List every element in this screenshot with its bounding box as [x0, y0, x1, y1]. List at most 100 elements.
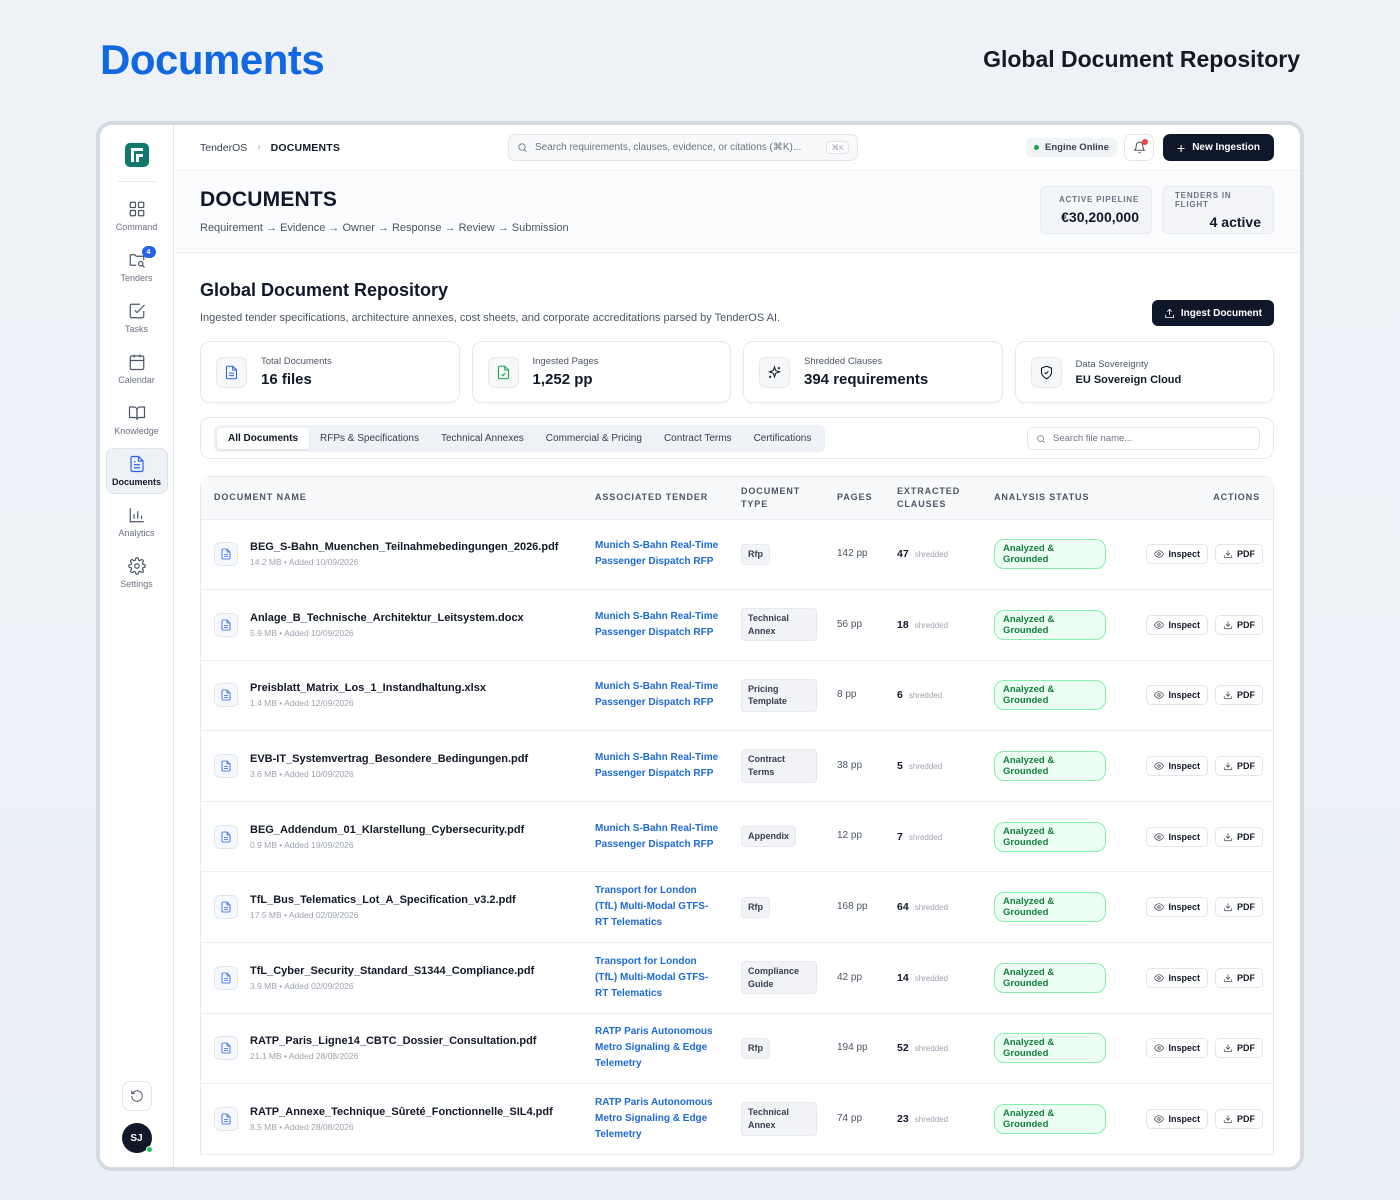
table-row[interactable]: EVB-IT_Systemvertrag_Besondere_Bedingung…	[201, 730, 1273, 802]
stat-label: Total Documents	[261, 356, 332, 367]
notifications-button[interactable]	[1124, 134, 1154, 161]
document-name[interactable]: BEG_Addendum_01_Klarstellung_Cybersecuri…	[250, 824, 524, 836]
sidebar-item-documents[interactable]: Documents	[105, 448, 168, 494]
download-pdf-button[interactable]: PDF	[1215, 826, 1263, 847]
download-pdf-button[interactable]: PDF	[1215, 614, 1263, 635]
breadcrumb-root[interactable]: TenderOS	[200, 142, 247, 154]
table-row[interactable]: BEG_Addendum_01_Klarstellung_Cybersecuri…	[201, 801, 1273, 873]
column-header-associated-tender[interactable]: ASSOCIATED TENDER	[585, 477, 731, 520]
associated-tender-link[interactable]: Munich S-Bahn Real-Time Passenger Dispat…	[595, 538, 721, 570]
document-name-cell: Preisblatt_Matrix_Los_1_Instandhaltung.x…	[201, 660, 585, 732]
document-name[interactable]: TfL_Cyber_Security_Standard_S1344_Compli…	[250, 965, 534, 977]
tab-certifications[interactable]: Certifications	[743, 428, 823, 449]
sidebar-item-tenders[interactable]: 4 Tenders	[106, 244, 168, 290]
inspect-button[interactable]: Inspect	[1146, 1038, 1208, 1059]
document-meta: 21.1 MB • Added 28/08/2026	[250, 1051, 359, 1062]
download-pdf-button[interactable]: PDF	[1215, 756, 1263, 777]
tab-contract-terms[interactable]: Contract Terms	[653, 428, 743, 449]
table-row[interactable]: BEG_S-Bahn_Muenchen_Teilnahmebedingungen…	[201, 519, 1273, 591]
inspect-button[interactable]: Inspect	[1146, 756, 1208, 777]
pdf-label: PDF	[1237, 761, 1255, 772]
shredded-label: shredded	[914, 973, 949, 983]
tab-technical-annexes[interactable]: Technical Annexes	[430, 428, 535, 449]
sidebar-item-analytics[interactable]: Analytics	[106, 499, 168, 545]
document-name[interactable]: EVB-IT_Systemvertrag_Besondere_Bedingung…	[250, 753, 528, 765]
inspect-button[interactable]: Inspect	[1146, 897, 1208, 918]
document-name[interactable]: BEG_S-Bahn_Muenchen_Teilnahmebedingungen…	[250, 541, 558, 553]
file-search-input[interactable]: Search file name...	[1027, 427, 1260, 450]
type-cell: Compliance Guide	[731, 942, 827, 1014]
associated-tender-link[interactable]: Munich S-Bahn Real-Time Passenger Dispat…	[595, 750, 721, 782]
refresh-button[interactable]	[121, 1081, 152, 1111]
associated-tender-link[interactable]: Munich S-Bahn Real-Time Passenger Dispat…	[595, 821, 721, 853]
inspect-button[interactable]: Inspect	[1146, 967, 1208, 988]
plus-icon: +	[1177, 139, 1186, 156]
column-header-document-name[interactable]: DOCUMENT NAME	[201, 477, 585, 520]
column-header-pages[interactable]: PAGES	[827, 477, 887, 520]
shredded-label: shredded	[914, 550, 949, 560]
tab-all-documents[interactable]: All Documents	[217, 427, 310, 449]
status-badge: Analyzed & Grounded	[994, 539, 1106, 570]
metric-label: ACTIVE PIPELINE	[1058, 195, 1139, 204]
associated-tender-link[interactable]: RATP Paris Autonomous Metro Signaling & …	[595, 1024, 721, 1072]
new-ingestion-button[interactable]: + New Ingestion	[1163, 134, 1274, 161]
page-count: 8 pp	[837, 689, 857, 701]
table-row[interactable]: Preisblatt_Matrix_Los_1_Instandhaltung.x…	[201, 660, 1273, 732]
tender-cell: Munich S-Bahn Real-Time Passenger Dispat…	[585, 519, 731, 591]
document-name[interactable]: TfL_Bus_Telematics_Lot_A_Specification_v…	[250, 894, 516, 906]
sidebar-item-tasks[interactable]: Tasks	[106, 295, 168, 341]
table-row[interactable]: RATP_Annexe_Technique_Sûreté_Fonctionnel…	[201, 1083, 1273, 1155]
document-name-cell: EVB-IT_Systemvertrag_Besondere_Bedingung…	[201, 730, 585, 802]
global-search-input[interactable]: Search requirements, clauses, evidence, …	[508, 134, 858, 161]
sidebar-item-knowledge[interactable]: Knowledge	[106, 397, 168, 443]
shield-check-icon	[1040, 365, 1052, 379]
inspect-button[interactable]: Inspect	[1146, 614, 1208, 635]
download-pdf-button[interactable]: PDF	[1215, 1038, 1263, 1059]
document-name[interactable]: Anlage_B_Technische_Architektur_Leitsyst…	[250, 612, 524, 624]
table-row[interactable]: Anlage_B_Technische_Architektur_Leitsyst…	[201, 589, 1273, 661]
associated-tender-link[interactable]: Munich S-Bahn Real-Time Passenger Dispat…	[595, 679, 721, 711]
download-pdf-button[interactable]: PDF	[1215, 544, 1263, 565]
table-row[interactable]: TfL_Cyber_Security_Standard_S1344_Compli…	[201, 942, 1273, 1014]
pages-cell: 8 pp	[827, 660, 887, 732]
pdf-label: PDF	[1237, 549, 1255, 560]
tender-cell: Munich S-Bahn Real-Time Passenger Dispat…	[585, 801, 731, 873]
column-header-analysis-status[interactable]: ANALYSIS STATUS	[984, 477, 1116, 520]
download-pdf-button[interactable]: PDF	[1215, 897, 1263, 918]
inspect-button[interactable]: Inspect	[1146, 685, 1208, 706]
sidebar: Command 4 Tenders Tasks Calendar Knowled…	[100, 125, 174, 1167]
document-name[interactable]: RATP_Paris_Ligne14_CBTC_Dossier_Consulta…	[250, 1035, 536, 1047]
associated-tender-link[interactable]: Munich S-Bahn Real-Time Passenger Dispat…	[595, 609, 721, 641]
clause-count: 52	[897, 1042, 909, 1055]
app-logo[interactable]	[124, 143, 149, 167]
column-header-document-type[interactable]: DOCUMENT TYPE	[731, 477, 827, 520]
tab-commercial-pricing[interactable]: Commercial & Pricing	[535, 428, 653, 449]
inspect-button[interactable]: Inspect	[1146, 544, 1208, 565]
sidebar-item-calendar[interactable]: Calendar	[106, 346, 168, 392]
tab-rfps-specifications[interactable]: RFPs & Specifications	[309, 428, 430, 449]
pdf-label: PDF	[1237, 972, 1255, 983]
associated-tender-link[interactable]: Transport for London (TfL) Multi-Modal G…	[595, 954, 721, 1002]
table-row[interactable]: RATP_Paris_Ligne14_CBTC_Dossier_Consulta…	[201, 1013, 1273, 1085]
inspect-button[interactable]: Inspect	[1146, 826, 1208, 847]
sidebar-item-settings[interactable]: Settings	[106, 550, 168, 596]
document-name[interactable]: RATP_Annexe_Technique_Sûreté_Fonctionnel…	[250, 1106, 553, 1118]
status-cell: Analyzed & Grounded	[984, 730, 1116, 802]
pdf-label: PDF	[1237, 690, 1255, 701]
column-header-extracted-clauses[interactable]: EXTRACTED CLAUSES	[887, 477, 984, 520]
ingest-document-button[interactable]: Ingest Document	[1151, 300, 1274, 326]
associated-tender-link[interactable]: RATP Paris Autonomous Metro Signaling & …	[595, 1095, 721, 1143]
associated-tender-link[interactable]: Transport for London (TfL) Multi-Modal G…	[595, 883, 721, 931]
actions-cell: Inspect PDF	[1116, 1083, 1273, 1155]
download-pdf-button[interactable]: PDF	[1215, 685, 1263, 706]
sidebar-item-label: Analytics	[118, 528, 155, 538]
inspect-button[interactable]: Inspect	[1146, 1109, 1208, 1130]
download-pdf-button[interactable]: PDF	[1215, 967, 1263, 988]
avatar[interactable]: SJ	[121, 1123, 153, 1153]
download-pdf-button[interactable]: PDF	[1215, 1109, 1263, 1130]
table-row[interactable]: TfL_Bus_Telematics_Lot_A_Specification_v…	[201, 871, 1273, 944]
document-name[interactable]: Preisblatt_Matrix_Los_1_Instandhaltung.x…	[250, 682, 486, 694]
app-frame: Command 4 Tenders Tasks Calendar Knowled…	[96, 121, 1304, 1171]
sidebar-item-command[interactable]: Command	[106, 193, 168, 239]
actions-cell: Inspect PDF	[1116, 519, 1273, 591]
